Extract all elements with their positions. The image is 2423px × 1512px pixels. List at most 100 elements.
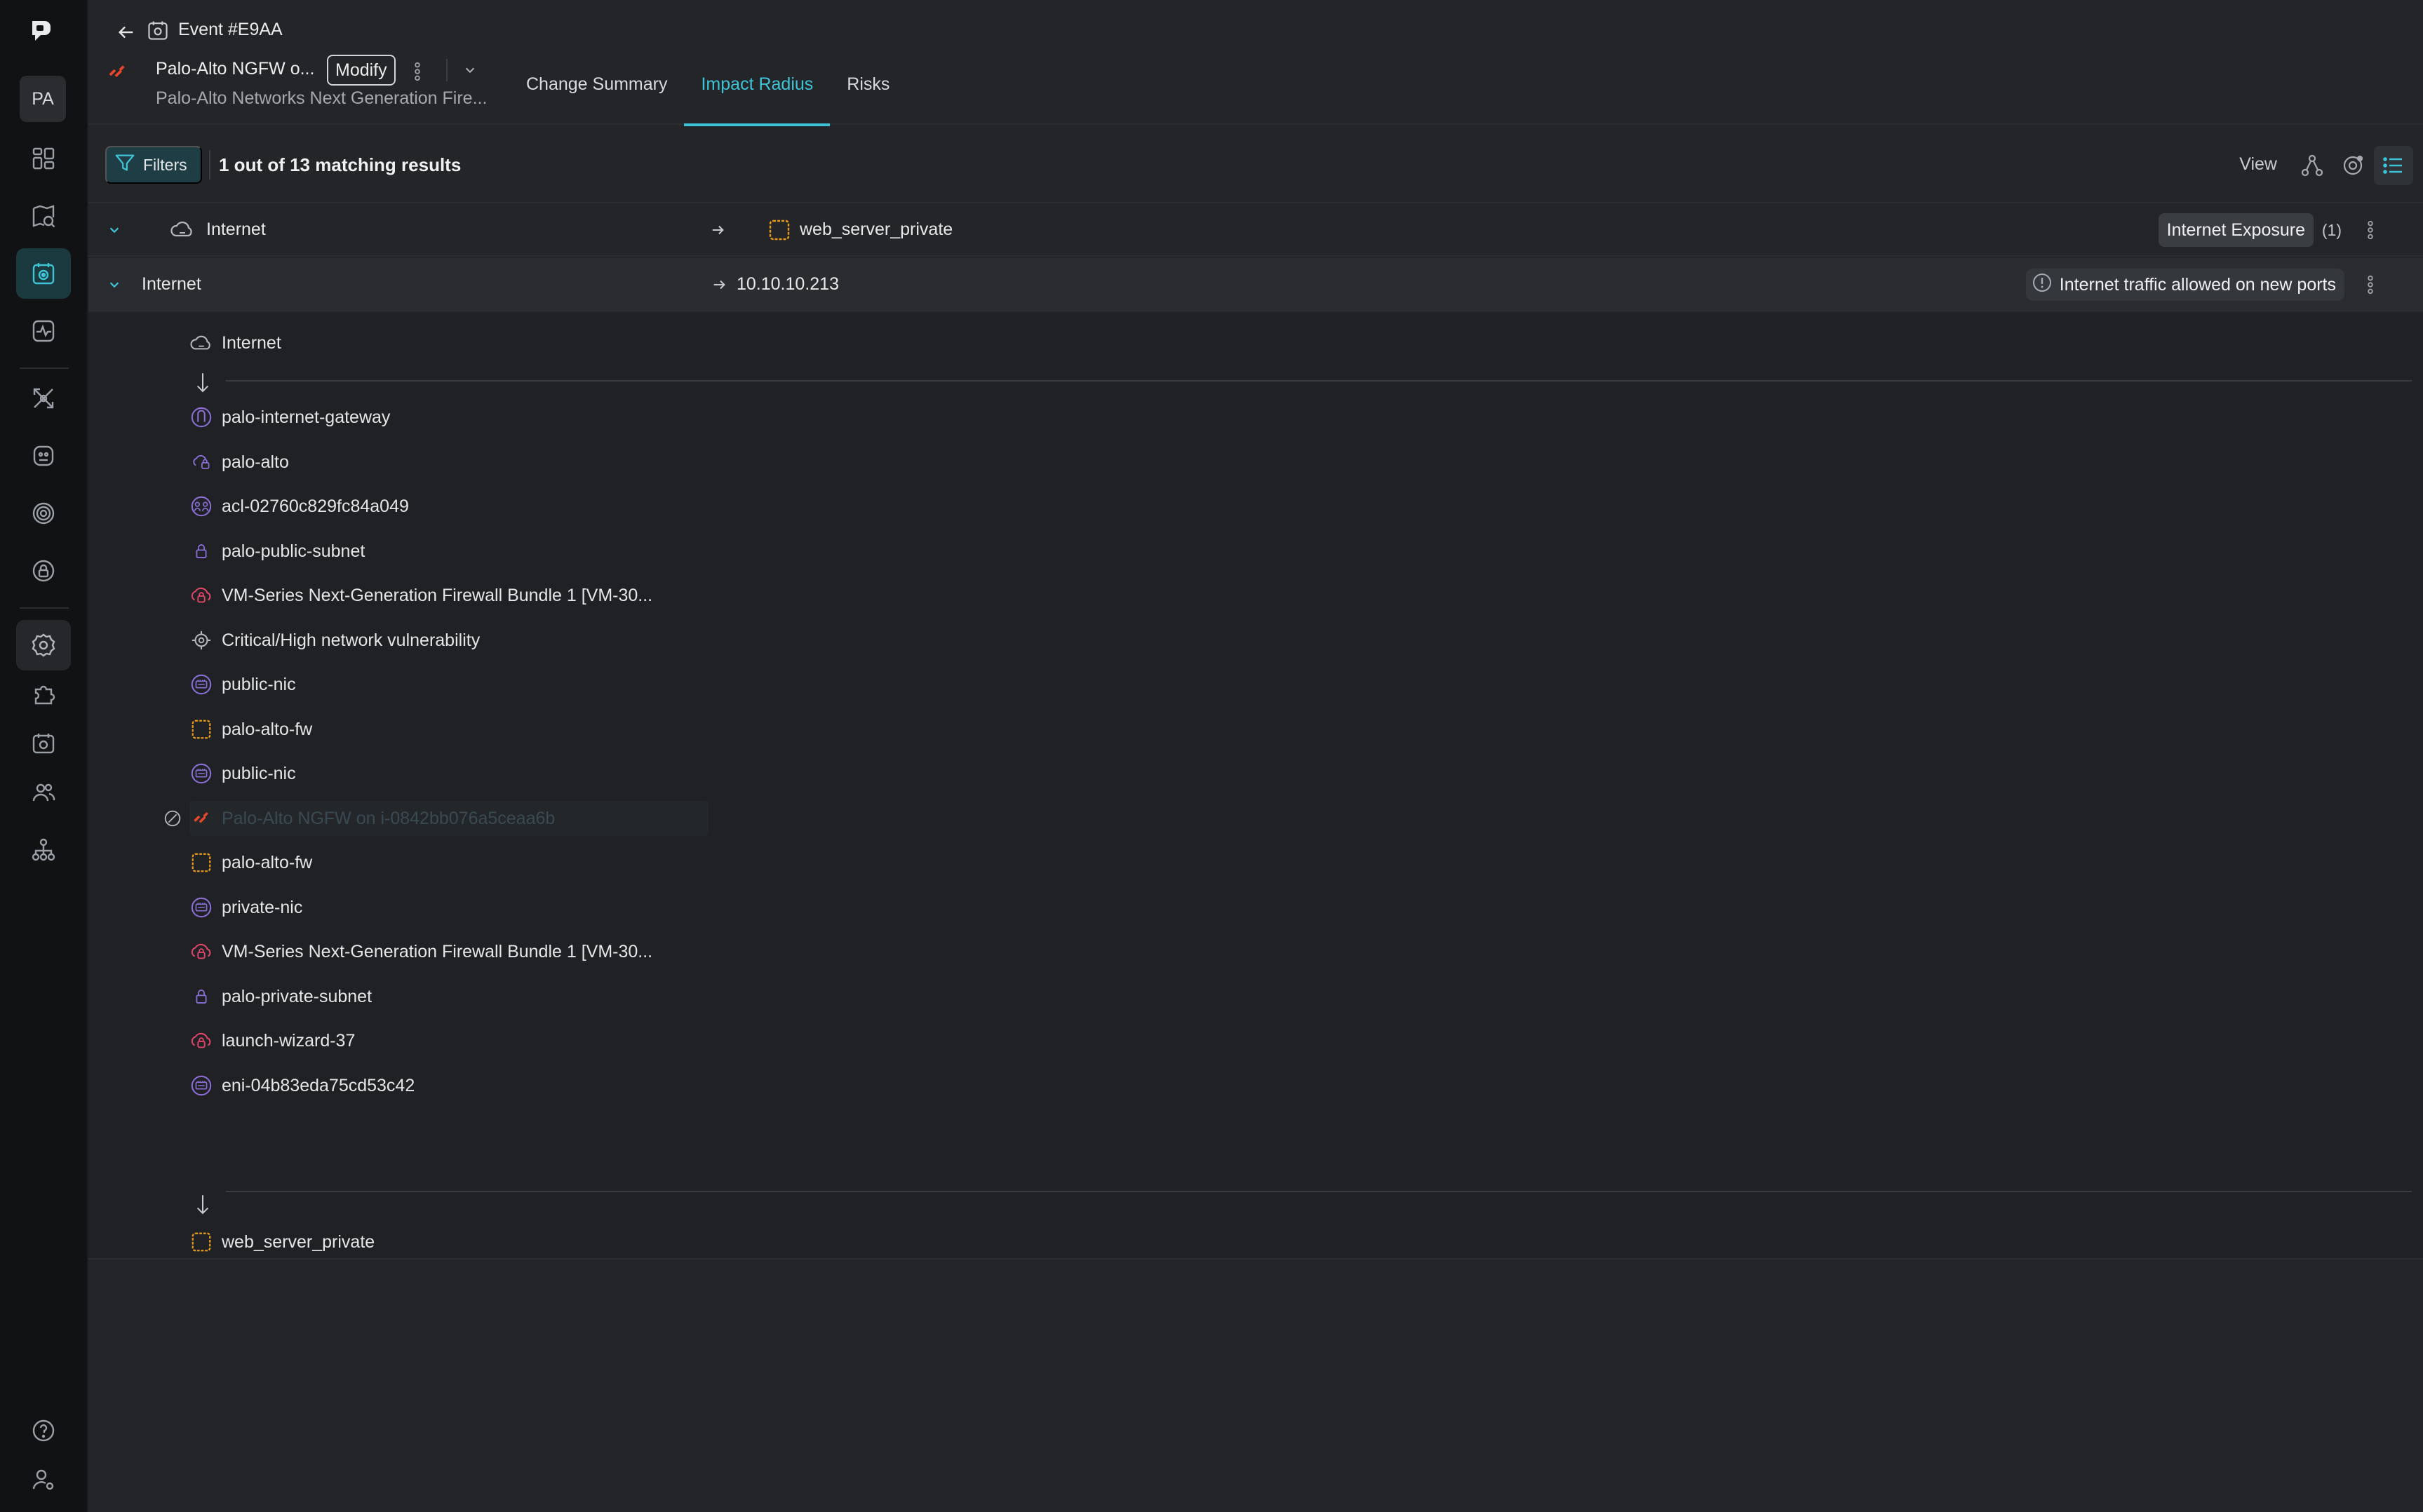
vulnerability-icon [189, 628, 213, 652]
cloud-lock-icon [189, 450, 213, 474]
org-avatar[interactable]: PA [20, 76, 66, 122]
event-calendar-icon [146, 18, 173, 45]
path-node-label: palo-internet-gateway [222, 407, 391, 427]
path-divider [226, 380, 2412, 382]
rail-divider [20, 607, 69, 609]
cloud-icon [189, 331, 213, 355]
path-node[interactable]: palo-alto-fw [189, 845, 312, 880]
shield-lock-icon[interactable] [16, 546, 71, 596]
path-node[interactable]: Critical/High network vulnerability [189, 623, 480, 658]
activity-icon[interactable] [16, 306, 71, 356]
path-end-node[interactable]: web_server_private [189, 1224, 375, 1260]
bug-icon[interactable] [16, 431, 71, 481]
row-source: Internet [142, 274, 201, 294]
arrow-right-icon [709, 220, 728, 240]
filter-funnel-icon [114, 151, 136, 178]
instance-icon [189, 851, 213, 875]
path-node-label: VM-Series Next-Generation Firewall Bundl… [222, 941, 653, 961]
row-target-ip: 10.10.10.213 [737, 274, 839, 294]
filters-button[interactable]: Filters [105, 146, 202, 184]
help-icon[interactable] [16, 1405, 71, 1456]
lock-icon [189, 539, 213, 563]
filters-label: Filters [143, 155, 187, 174]
path-node[interactable]: VM-Series Next-Generation Firewall Bundl… [189, 578, 652, 613]
path-node-label: launch-wizard-37 [222, 1030, 356, 1051]
tab-impact-radius[interactable]: Impact Radius [684, 56, 831, 126]
graph-view-icon[interactable] [2293, 146, 2332, 185]
path-node-label: palo-alto-fw [222, 719, 313, 739]
resource-name: Palo-Alto NGFW o... [156, 59, 315, 79]
path-node[interactable]: palo-alto [189, 445, 289, 480]
left-nav-rail: PA [0, 0, 88, 1512]
chevron-down-icon[interactable] [459, 59, 481, 81]
internet-exposure-tag[interactable]: Internet Exposure [2158, 213, 2314, 247]
chevron-down-icon[interactable] [104, 274, 125, 295]
chevron-down-icon[interactable] [104, 220, 125, 241]
arrow-down-icon [192, 369, 213, 397]
map-search-icon[interactable] [16, 191, 71, 241]
more-options-icon[interactable] [2361, 269, 2380, 300]
nic-icon [189, 673, 213, 696]
path-node-label: Critical/High network vulnerability [222, 630, 481, 650]
path-node-label: palo-alto-fw [222, 852, 313, 872]
security-group-icon [189, 1029, 213, 1053]
path-node-label: acl-02760c829fc84a049 [222, 496, 409, 516]
path-node-disabled[interactable]: Palo-Alto NGFW on i-0842bb076a5ceaa6b [189, 801, 709, 836]
path-node[interactable]: VM-Series Next-Generation Firewall Bundl… [189, 934, 652, 969]
palo-alto-logo-icon [107, 62, 130, 86]
radius-view-icon[interactable] [2333, 146, 2372, 185]
tab-bar: Change Summary Impact Radius Risks [509, 56, 906, 126]
path-node[interactable]: public-nic [189, 756, 296, 791]
warning-circle-icon [2032, 272, 2053, 298]
app-logo-icon[interactable] [27, 17, 55, 45]
path-node[interactable]: palo-internet-gateway [189, 400, 390, 435]
risk-tag[interactable]: Internet traffic allowed on new ports [2025, 269, 2344, 301]
path-start-node[interactable]: Internet [189, 325, 281, 360]
path-node[interactable]: private-nic [189, 890, 302, 925]
impact-path-list: Internet palo-internet-gateway palo-alto a… [88, 313, 2423, 1260]
users-icon[interactable] [16, 767, 71, 818]
arrow-right-icon [710, 275, 730, 295]
path-node[interactable]: acl-02760c829fc84a049 [189, 489, 409, 524]
exposure-row[interactable]: Internet web_server_private Internet Exp… [88, 203, 2423, 257]
dashboard-icon[interactable] [16, 133, 71, 184]
tab-risks[interactable]: Risks [830, 56, 906, 125]
path-node[interactable]: public-nic [189, 667, 296, 702]
results-toolbar: Filters 1 out of 13 matching results Vie… [88, 126, 2423, 203]
event-settings-icon[interactable] [16, 718, 71, 769]
resource-subtitle: Palo-Alto Networks Next Generation Fire.… [156, 88, 488, 108]
events-icon[interactable] [16, 248, 71, 299]
rail-divider [20, 367, 69, 369]
header-divider [446, 59, 448, 81]
path-node[interactable]: palo-public-subnet [189, 534, 365, 569]
back-arrow-icon[interactable] [112, 18, 140, 46]
list-view-icon[interactable] [2374, 146, 2413, 185]
path-row-expanded[interactable]: Internet 10.10.10.213 Internet traffic a… [88, 258, 2423, 311]
user-settings-icon[interactable] [16, 1454, 71, 1505]
security-group-icon [189, 940, 213, 964]
path-node[interactable]: eni-04b83eda75cd53c42 [189, 1068, 415, 1103]
path-node-label: eni-04b83eda75cd53c42 [222, 1075, 415, 1095]
org-tree-icon[interactable] [16, 825, 71, 875]
palo-alto-logo-icon [189, 806, 213, 830]
nic-icon [189, 1074, 213, 1098]
path-node-label: web_server_private [222, 1231, 375, 1252]
instance-icon [189, 717, 213, 741]
modify-badge[interactable]: Modify [327, 55, 396, 86]
settings-gear-icon[interactable] [16, 620, 71, 670]
integrations-puzzle-icon[interactable] [16, 669, 71, 720]
tab-change-summary[interactable]: Change Summary [509, 56, 684, 125]
network-scan-icon[interactable] [16, 373, 71, 424]
radar-icon[interactable] [16, 488, 71, 539]
more-options-icon[interactable] [2361, 215, 2380, 245]
view-label: View [2239, 154, 2277, 174]
path-node[interactable]: palo-alto-fw [189, 712, 312, 747]
results-count: 1 out of 13 matching results [219, 154, 462, 175]
path-node[interactable]: palo-private-subnet [189, 979, 372, 1014]
nic-icon [189, 896, 213, 919]
path-node-label: public-nic [222, 763, 296, 783]
path-node[interactable]: launch-wizard-37 [189, 1023, 355, 1058]
cloud-icon [170, 219, 195, 241]
more-options-icon[interactable] [407, 58, 428, 86]
exposure-count: (1) [2321, 221, 2342, 239]
